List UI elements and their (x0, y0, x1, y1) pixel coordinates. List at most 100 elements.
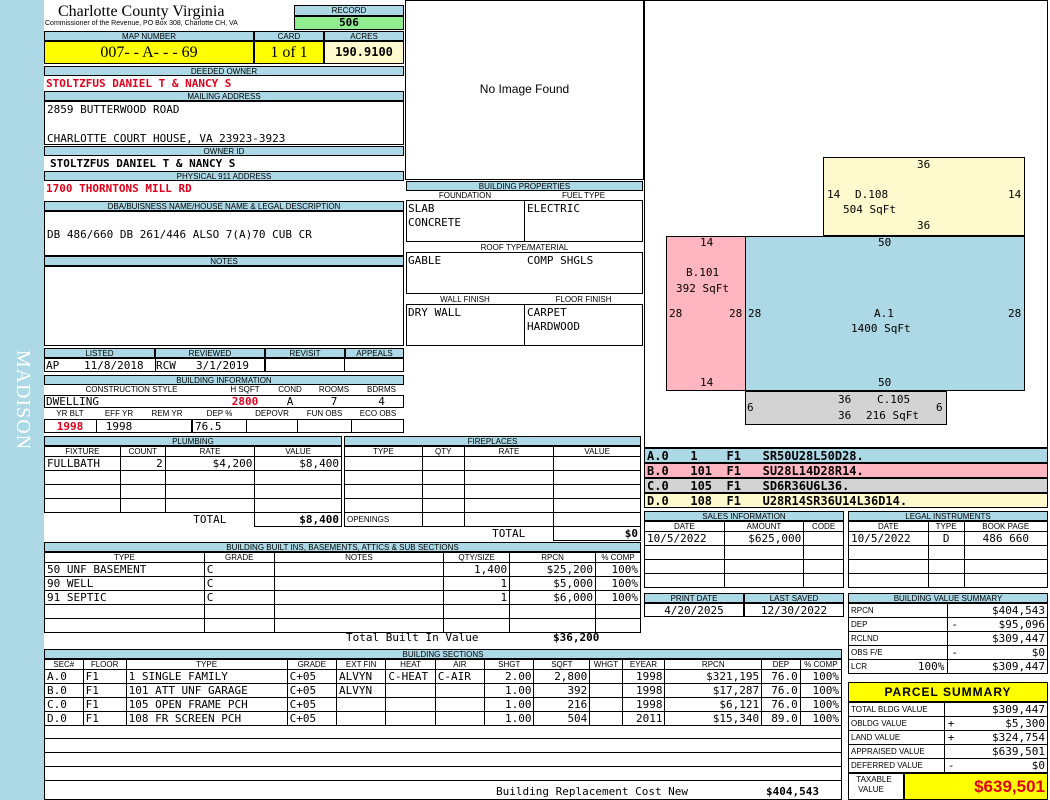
cell-text: $95,096 (998, 618, 1045, 631)
table-cell: 91 SEPTIC (44, 590, 205, 605)
section-row: A.0 F1 1 SINGLE FAMILY C+05 ALVYN C-HEAT C-AIR… (44, 669, 843, 684)
form-element: ROOF TYPE/MATERIAL (480, 243, 569, 252)
acres-label: ACRES (324, 31, 404, 41)
mailing-line-2: CHARLOTTE COURT HOUSE, VA 23923-3923 (47, 132, 286, 145)
form-element: 28 (669, 307, 683, 320)
table-cell: - $0 (947, 645, 1048, 660)
table-cell: ALVYN (335, 683, 387, 698)
table-cell: 50 UNF BASEMENT (44, 562, 205, 577)
table-cell: APPRAISED VALUE (848, 744, 945, 759)
table-cell: EXT FIN (335, 659, 387, 670)
table-cell (434, 683, 486, 698)
table-cell: F1 (82, 683, 127, 698)
table-cell: 2 (119, 456, 166, 471)
table-row: RCLND $309,447 (847, 631, 1048, 646)
sale-amount: $625,000 (723, 531, 805, 546)
table-cell (463, 512, 555, 527)
table-cell (344, 456, 423, 471)
table-cell (848, 545, 929, 560)
form-element: ROOMS (318, 385, 350, 394)
form-element: ECO OBS (359, 409, 397, 418)
form-element: 14 (827, 188, 841, 201)
taxable-value: $639,501 (904, 773, 1048, 800)
sketch-b-area: 392 SqFt (676, 282, 729, 295)
table-cell: FLOOR (82, 659, 127, 670)
table-cell (463, 470, 555, 485)
table-cell (803, 531, 844, 546)
condition: A (286, 395, 294, 408)
table-cell (44, 470, 121, 485)
table-cell: RATE (463, 446, 555, 457)
table-row: 10/5/2022 D 486 660 (848, 531, 1049, 546)
table-cell (273, 562, 445, 577)
form-element: WALL FINISH (440, 295, 490, 304)
table-cell: - $95,096 (947, 617, 1048, 632)
table-cell (443, 604, 511, 619)
table-row: OBLDG VALUE + $5,300 (848, 716, 1049, 731)
table-cell: A.0 (44, 669, 84, 684)
table-cell (44, 498, 121, 513)
table-cell: RPCN (509, 552, 596, 563)
cell-text: D.0 108 F1 U28R14SR36U14L36D14. (647, 494, 908, 508)
table-cell: RPCN (847, 603, 949, 618)
table-cell: 1998 (621, 683, 666, 698)
table-cell (963, 545, 1049, 560)
sales-table: DATE AMOUNT CODE 10/5/2022 $625,000 (644, 521, 844, 588)
table-cell (345, 527, 423, 541)
fireplaces-total: $0 (553, 526, 641, 541)
table-cell: D (927, 531, 965, 546)
table-cell: SQFT (533, 659, 591, 670)
table-cell: FIXTURE (44, 446, 121, 457)
dba-value: DB 486/660 DB 261/446 ALSO 7(A)70 CUB CR (47, 228, 312, 241)
table-row: FULLBATH 2 $4,200 $8,400 (44, 456, 342, 471)
builtins-total-label: Total Built In Value (346, 631, 479, 644)
table-cell: $8,400 (254, 456, 342, 471)
table-row (44, 604, 642, 619)
sketch-a-label: A.1 (874, 307, 894, 320)
notes-label: NOTES (44, 256, 404, 266)
table-cell (509, 604, 596, 619)
form-element: FUN OBS (306, 409, 343, 418)
form-element: 36 (917, 219, 931, 232)
table-cell: AMOUNT (723, 521, 805, 532)
legal-title: LEGAL INSTRUMENTS (848, 511, 1048, 521)
sections-empty-rows (44, 724, 842, 800)
parcel-summary-title: PARCEL SUMMARY (848, 682, 1048, 702)
table-cell: % COMP (594, 552, 642, 563)
table-cell: DEP (847, 617, 949, 632)
table-cell (848, 573, 929, 588)
table-cell: $17,287 (664, 683, 763, 698)
table-cell (119, 470, 166, 485)
replacement-cost-label: Building Replacement Cost New (496, 785, 689, 798)
table-cell (463, 498, 555, 513)
table-cell (203, 604, 275, 619)
table-row (344, 470, 641, 485)
table-cell: C.0 (44, 697, 84, 712)
table-cell: TYPE (44, 552, 205, 563)
building-info-title: BUILDING INFORMATION (44, 375, 404, 385)
table-cell (44, 618, 205, 633)
table-cell: C+05 (286, 683, 337, 698)
legal-date: 10/5/2022 (848, 531, 929, 546)
map-number-label: MAP NUMBER (44, 31, 254, 41)
foundation-1: SLAB (408, 202, 435, 215)
table-cell: COUNT (119, 446, 166, 457)
table-cell (927, 573, 965, 588)
table-cell (335, 697, 387, 712)
table-row (44, 470, 342, 485)
form-element: 50 (878, 376, 892, 389)
effective-year: 1998 (105, 420, 133, 433)
table-cell (273, 604, 445, 619)
builtins-title: BUILDING BUILT INS, BASEMENTS, ATTICS & … (44, 542, 641, 552)
form-element (406, 252, 643, 294)
table-cell: RPCN (664, 659, 763, 670)
form-element: 28 (748, 307, 762, 320)
table-cell: 76.0 (761, 683, 801, 698)
table-row (44, 484, 342, 499)
table-cell: 1998 (621, 669, 666, 684)
builtin-row: 90 WELL C 1 $5,000 100% (44, 576, 642, 591)
table-cell: TYPE (344, 446, 423, 457)
depreciation-pct: 76.5 (195, 420, 222, 433)
table-cell: 392 (533, 683, 591, 698)
table-cell: DEFERRED VALUE (848, 758, 945, 773)
